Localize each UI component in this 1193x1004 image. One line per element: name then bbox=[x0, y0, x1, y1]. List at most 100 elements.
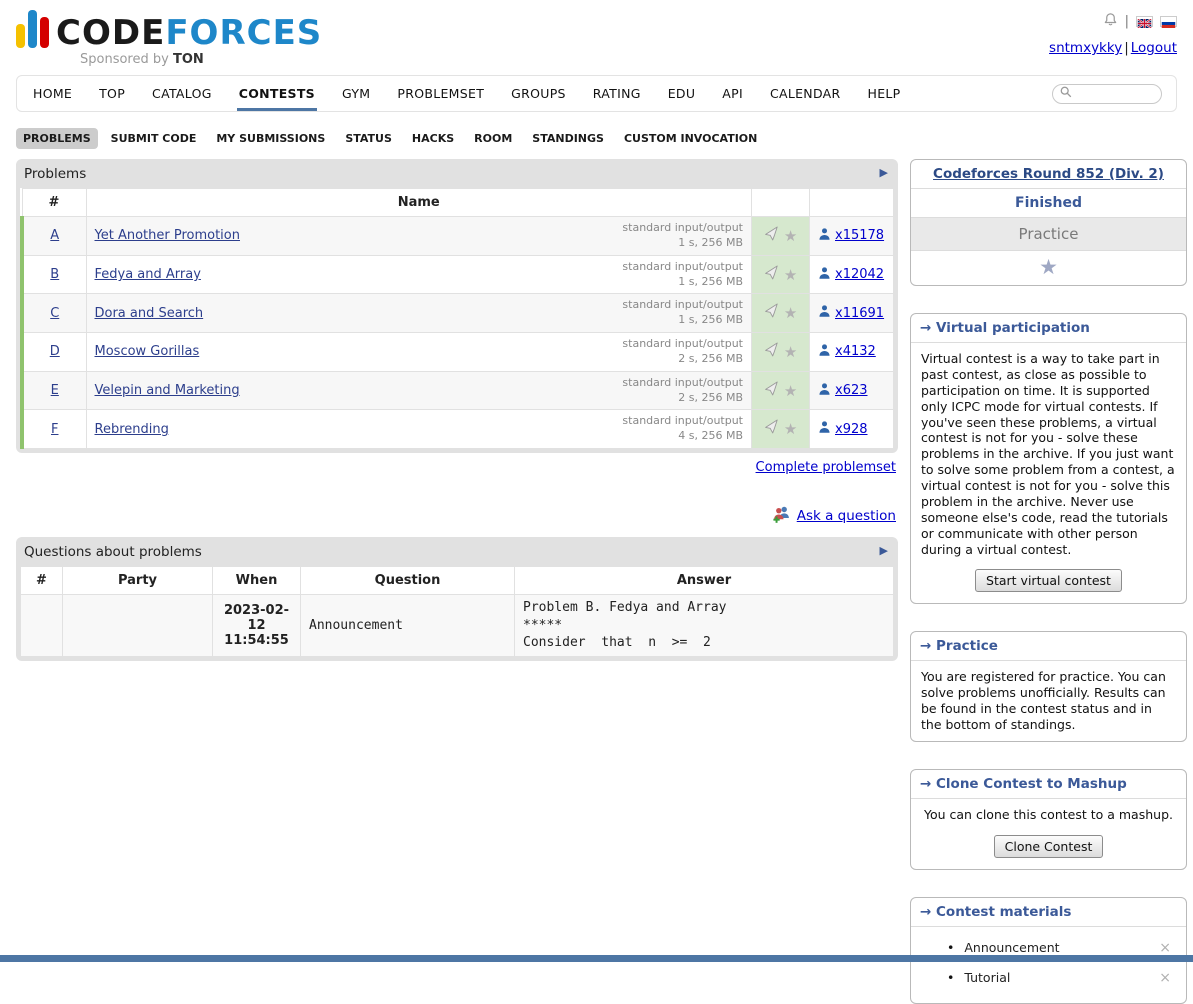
notification-bell-icon[interactable] bbox=[1103, 12, 1118, 31]
main-column: Problems ▶ # Name A bbox=[16, 159, 898, 661]
nav-rating[interactable]: RATING bbox=[591, 76, 643, 111]
problem-letter-link[interactable]: E bbox=[51, 383, 59, 398]
start-virtual-contest-button[interactable]: Start virtual contest bbox=[975, 569, 1122, 592]
subnav-status[interactable]: STATUS bbox=[338, 128, 399, 149]
clone-contest-button[interactable]: Clone Contest bbox=[994, 835, 1104, 858]
material-announcement-link[interactable]: Announcement bbox=[964, 940, 1156, 955]
ask-question-row: Ask a question bbox=[16, 505, 896, 527]
problems-caption: Problems bbox=[20, 163, 894, 188]
question-answer: Problem B. Fedya and Array ***** Conside… bbox=[515, 595, 894, 657]
subnav-problems[interactable]: PROBLEMS bbox=[16, 128, 98, 149]
submit-solution-icon[interactable] bbox=[762, 379, 781, 401]
submit-solution-icon[interactable] bbox=[762, 263, 781, 285]
subnav-standings[interactable]: STANDINGS bbox=[525, 128, 611, 149]
logo-bars-icon bbox=[16, 10, 49, 50]
problem-name-link[interactable]: Velepin and Marketing bbox=[95, 383, 240, 398]
subnav-hacks[interactable]: HACKS bbox=[405, 128, 461, 149]
problem-row: E Velepin and Marketing standard input/o… bbox=[22, 371, 894, 410]
contest-materials-caption: → Contest materials bbox=[911, 898, 1186, 927]
nav-calendar[interactable]: CALENDAR bbox=[768, 76, 843, 111]
solved-count-link[interactable]: x12042 bbox=[835, 267, 884, 282]
problem-name-link[interactable]: Yet Another Promotion bbox=[95, 228, 240, 243]
solved-count-link[interactable]: x11691 bbox=[835, 306, 884, 321]
english-flag-icon[interactable] bbox=[1136, 16, 1153, 27]
nav-top[interactable]: TOP bbox=[97, 76, 127, 111]
problem-letter-link[interactable]: F bbox=[51, 422, 58, 437]
nav-api[interactable]: API bbox=[720, 76, 745, 111]
problem-letter-link[interactable]: C bbox=[50, 306, 59, 321]
contest-state-label: Finished bbox=[911, 189, 1186, 218]
nav-help[interactable]: HELP bbox=[866, 76, 903, 111]
problem-constraints: standard input/output2 s, 256 MB bbox=[622, 337, 743, 367]
contest-title-link[interactable]: Codeforces Round 852 (Div. 2) bbox=[933, 166, 1164, 182]
solved-count-link[interactable]: x15178 bbox=[835, 228, 884, 243]
problem-name-link[interactable]: Dora and Search bbox=[95, 306, 204, 321]
nav-contests[interactable]: CONTESTS bbox=[237, 76, 317, 111]
questions-caption: Questions about problems bbox=[20, 541, 894, 566]
search-input[interactable] bbox=[1077, 86, 1154, 102]
favorite-star-icon[interactable]: ★ bbox=[784, 266, 797, 284]
search-box[interactable] bbox=[1052, 84, 1162, 104]
separator: | bbox=[1124, 40, 1129, 56]
submit-solution-icon[interactable] bbox=[762, 341, 781, 363]
favorite-star-icon[interactable]: ★ bbox=[784, 304, 797, 322]
solved-count-link[interactable]: x928 bbox=[835, 422, 868, 437]
complete-problemset-link[interactable]: Complete problemset bbox=[756, 460, 896, 475]
nav-edu[interactable]: EDU bbox=[666, 76, 698, 111]
favorite-contest-star-icon[interactable]: ★ bbox=[1039, 255, 1058, 279]
username-link[interactable]: sntmxykky bbox=[1049, 40, 1122, 56]
codeforces-logo[interactable]: CODEFORCES Sponsored by TON bbox=[16, 10, 322, 67]
question-when: 2023-02-12 11:54:55 bbox=[213, 595, 301, 657]
subnav-my-submissions[interactable]: MY SUBMISSIONS bbox=[209, 128, 332, 149]
clone-mashup-box: → Clone Contest to Mashup You can clone … bbox=[910, 769, 1187, 870]
submit-solution-icon[interactable] bbox=[762, 418, 781, 440]
question-num bbox=[21, 595, 63, 657]
question-party bbox=[63, 595, 213, 657]
practice-box: → Practice You are registered for practi… bbox=[910, 631, 1187, 742]
material-tutorial-link[interactable]: Tutorial bbox=[964, 970, 1156, 985]
subnav-submit-code[interactable]: SUBMIT CODE bbox=[104, 128, 204, 149]
close-icon[interactable]: × bbox=[1156, 940, 1174, 956]
problem-name-link[interactable]: Moscow Gorillas bbox=[95, 344, 200, 359]
expand-arrow-icon[interactable]: ▶ bbox=[880, 544, 888, 557]
favorite-star-icon[interactable]: ★ bbox=[784, 343, 797, 361]
materials-list: • Announcement × • Tutorial × bbox=[911, 927, 1186, 1003]
submit-solution-icon[interactable] bbox=[762, 225, 781, 247]
nav-problemset[interactable]: PROBLEMSET bbox=[395, 76, 486, 111]
submit-solution-icon[interactable] bbox=[762, 302, 781, 324]
problem-letter-link[interactable]: A bbox=[50, 228, 59, 243]
problem-row: D Moscow Gorillas standard input/output2… bbox=[22, 333, 894, 372]
russian-flag-icon[interactable] bbox=[1160, 16, 1177, 27]
problem-constraints: standard input/output1 s, 256 MB bbox=[622, 260, 743, 290]
problem-letter-link[interactable]: B bbox=[50, 267, 59, 282]
solved-count-link[interactable]: x623 bbox=[835, 383, 868, 398]
subnav-room[interactable]: ROOM bbox=[467, 128, 519, 149]
problem-name-link[interactable]: Fedya and Array bbox=[95, 267, 201, 282]
nav-groups[interactable]: GROUPS bbox=[509, 76, 568, 111]
virtual-button-row: Start virtual contest bbox=[911, 565, 1186, 603]
nav-home[interactable]: HOME bbox=[31, 76, 74, 111]
subnav-custom-invocation[interactable]: CUSTOM INVOCATION bbox=[617, 128, 764, 149]
favorite-star-icon[interactable]: ★ bbox=[784, 382, 797, 400]
logo-bar-red bbox=[40, 17, 49, 48]
clone-button-row: Clone Contest bbox=[911, 831, 1186, 869]
ask-question-link[interactable]: Ask a question bbox=[797, 508, 896, 524]
logo-text: CODEFORCES bbox=[56, 16, 322, 50]
problem-name-link[interactable]: Rebrending bbox=[95, 422, 169, 437]
solved-count-link[interactable]: x4132 bbox=[835, 344, 876, 359]
problem-letter-link[interactable]: D bbox=[50, 344, 60, 359]
close-icon[interactable]: × bbox=[1156, 970, 1174, 986]
favorite-star-icon[interactable]: ★ bbox=[784, 227, 797, 245]
expand-arrow-icon[interactable]: ▶ bbox=[880, 166, 888, 179]
logo-bar-blue bbox=[28, 10, 37, 48]
language-row: | bbox=[1049, 12, 1177, 31]
solved-user-icon bbox=[818, 420, 831, 438]
favorite-star-icon[interactable]: ★ bbox=[784, 420, 797, 438]
nav-catalog[interactable]: CATALOG bbox=[150, 76, 214, 111]
logout-link[interactable]: Logout bbox=[1131, 40, 1177, 56]
solved-user-icon bbox=[818, 266, 831, 284]
problem-constraints: standard input/output4 s, 256 MB bbox=[622, 414, 743, 444]
contest-mode-label: Practice bbox=[911, 218, 1186, 251]
nav-gym[interactable]: GYM bbox=[340, 76, 372, 111]
bullet-icon: • bbox=[947, 940, 954, 955]
